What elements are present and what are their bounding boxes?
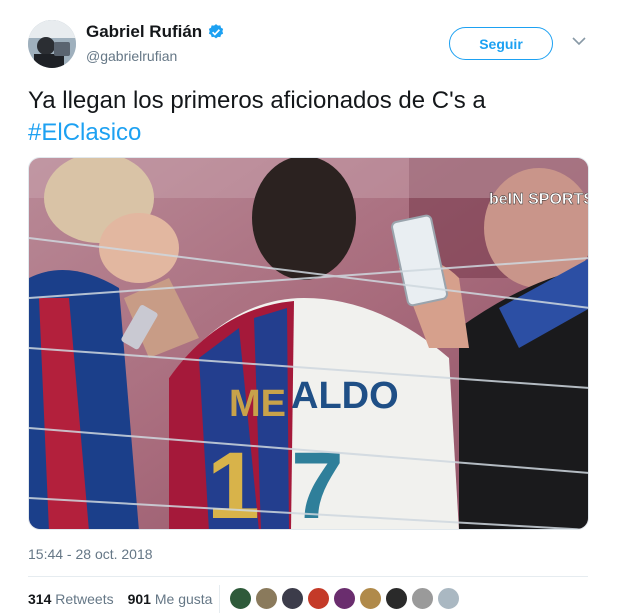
retweets-label: Retweets <box>55 591 114 607</box>
stats-divider-top <box>28 576 588 577</box>
chevron-down-icon[interactable] <box>572 36 586 46</box>
likers-avatars <box>229 587 460 610</box>
liker-avatar[interactable] <box>281 587 304 610</box>
tweet-media-photo[interactable]: ME ALDO 1 7 beIN SPORTS <box>28 157 589 530</box>
liker-avatar[interactable] <box>385 587 408 610</box>
tweet-timestamp[interactable]: 15:44 - 28 oct. 2018 <box>28 546 153 562</box>
verified-badge-icon <box>209 24 224 39</box>
stats-separator <box>219 585 220 613</box>
photo-stadium-fans-icon: ME ALDO 1 7 beIN SPORTS <box>29 158 589 530</box>
hashtag-link[interactable]: #ElClasico <box>28 119 141 146</box>
svg-text:1: 1 <box>207 433 260 530</box>
author-name-row[interactable]: Gabriel Rufián <box>86 22 225 42</box>
author-avatar[interactable] <box>28 20 76 68</box>
user-avatar-icon <box>28 20 76 68</box>
liker-avatar[interactable] <box>437 587 460 610</box>
liker-avatar[interactable] <box>307 587 330 610</box>
liker-avatar[interactable] <box>411 587 434 610</box>
svg-text:ME: ME <box>229 383 286 425</box>
likes-label: Me gusta <box>154 591 213 607</box>
follow-button[interactable]: Seguir <box>449 27 553 60</box>
retweets-count: 314 <box>28 591 52 607</box>
author-display-name[interactable]: Gabriel Rufián <box>86 22 202 42</box>
svg-text:beIN SPORTS: beIN SPORTS <box>489 191 589 208</box>
broadcaster-logo: beIN SPORTS <box>489 191 589 208</box>
tweet-body: Ya llegan los primeros aficionados de C'… <box>28 87 486 114</box>
likes-stat[interactable]: 901 Me gusta <box>128 591 213 607</box>
liker-avatar[interactable] <box>229 587 252 610</box>
tweet-stats: 314 Retweets 901 Me gusta <box>28 591 212 607</box>
liker-avatar[interactable] <box>255 587 278 610</box>
liker-avatar[interactable] <box>359 587 382 610</box>
liker-avatar[interactable] <box>333 587 356 610</box>
likes-count: 901 <box>127 591 151 607</box>
retweets-stat[interactable]: 314 Retweets <box>28 591 114 607</box>
author-handle[interactable]: @gabrielrufian <box>86 48 177 64</box>
svg-text:ALDO: ALDO <box>291 375 399 417</box>
tweet-text: Ya llegan los primeros aficionados de C'… <box>28 85 588 149</box>
